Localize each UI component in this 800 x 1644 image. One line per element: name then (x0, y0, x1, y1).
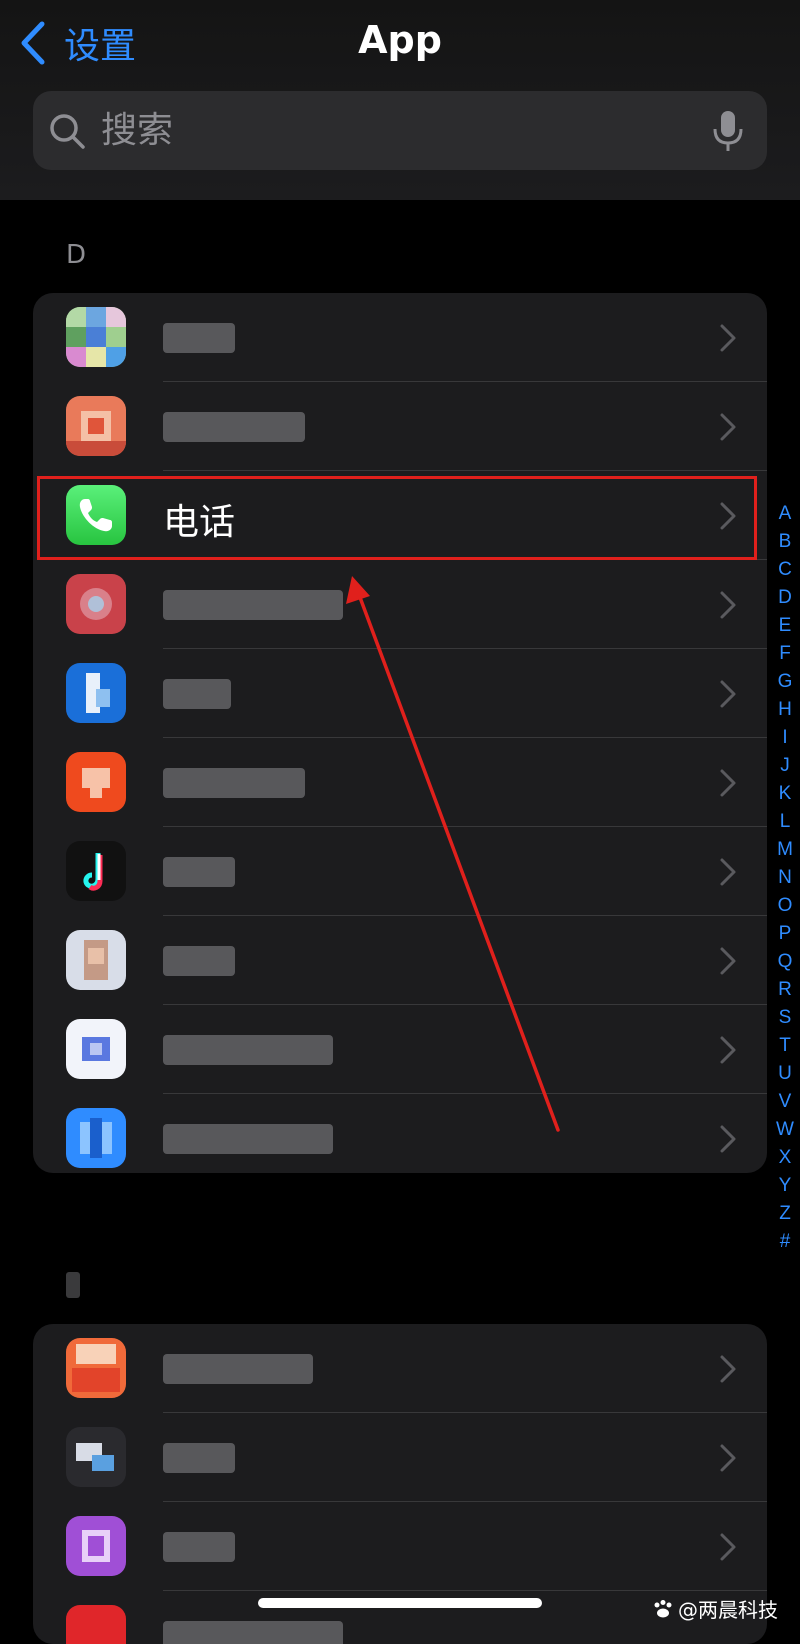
chevron-right-icon (720, 1125, 736, 1153)
blurred-label (163, 1621, 343, 1644)
chevron-right-icon (720, 1036, 736, 1064)
app-icon-game (66, 1338, 126, 1398)
chevron-right-icon (720, 1355, 736, 1383)
app-list-group-d: 电话 (33, 293, 767, 1173)
index-letter[interactable]: U (778, 1060, 792, 1088)
index-letter[interactable]: P (779, 920, 792, 948)
index-letter[interactable]: I (782, 724, 787, 752)
index-letter[interactable]: Z (779, 1200, 791, 1228)
index-letter[interactable]: G (778, 668, 793, 696)
chevron-right-icon (720, 413, 736, 441)
app-icon-portrait (66, 930, 126, 990)
index-letter[interactable]: F (779, 640, 791, 668)
list-item-blurred-app-5[interactable] (33, 649, 767, 738)
list-item-blurred-map-app[interactable] (33, 293, 767, 382)
blurred-label (163, 946, 235, 976)
page-title: App (358, 18, 442, 62)
search-icon (50, 113, 85, 149)
index-letter[interactable]: R (778, 976, 792, 1004)
blurred-label (163, 590, 343, 620)
index-letter[interactable]: Y (779, 1172, 792, 1200)
watermark: @两晨科技 (652, 1594, 778, 1623)
map-app-icon (66, 307, 126, 367)
alphabet-index[interactable]: A B C D E F G H I J K L M N O P Q R S T U V W X Y Z # (774, 500, 796, 1256)
search-bar[interactable] (33, 91, 767, 170)
section-header-blurred (66, 1272, 80, 1298)
index-letter[interactable]: L (780, 808, 791, 836)
index-letter[interactable]: D (778, 584, 792, 612)
index-letter[interactable]: J (780, 752, 790, 780)
phone-app-icon (66, 485, 126, 545)
chevron-right-icon (720, 858, 736, 886)
search-input[interactable] (99, 109, 711, 152)
index-letter[interactable]: M (777, 836, 793, 864)
index-letter[interactable]: S (779, 1004, 792, 1032)
chevron-right-icon (720, 591, 736, 619)
phone-label: 电话 (163, 502, 236, 543)
chevron-right-icon (720, 947, 736, 975)
blurred-label (163, 1532, 235, 1562)
index-letter[interactable]: K (779, 780, 792, 808)
watermark-text: @两晨科技 (678, 1598, 778, 1622)
chevron-right-icon (720, 1533, 736, 1561)
index-letter[interactable]: W (776, 1116, 794, 1144)
index-letter[interactable]: X (779, 1144, 792, 1172)
app-icon-purple (66, 1516, 126, 1576)
list-item-blurred-app-13[interactable] (33, 1502, 767, 1591)
index-letter[interactable]: # (780, 1228, 791, 1256)
chevron-right-icon (720, 1444, 736, 1472)
index-letter[interactable]: Q (778, 948, 793, 976)
index-letter[interactable]: H (778, 696, 792, 724)
app-icon-red-partial (66, 1605, 126, 1644)
chevron-right-icon (720, 680, 736, 708)
phone-handset-icon (79, 499, 112, 532)
blurred-label (163, 1443, 235, 1473)
list-item-blurred-app-11[interactable] (33, 1324, 767, 1413)
app-icon-blue (66, 663, 126, 723)
list-item-blurred-app-2[interactable] (33, 382, 767, 471)
blurred-label (163, 679, 231, 709)
app-icon-chat (66, 1427, 126, 1487)
index-letter[interactable]: C (778, 556, 792, 584)
index-letter[interactable]: N (778, 864, 792, 892)
blurred-label (163, 412, 305, 442)
blurred-label (163, 1124, 333, 1154)
index-letter[interactable]: A (779, 500, 792, 528)
list-item-blurred-app-4[interactable] (33, 560, 767, 649)
app-icon-orange (66, 396, 126, 456)
blurred-label (163, 1035, 333, 1065)
index-letter[interactable]: O (778, 892, 793, 920)
blurred-label (163, 857, 235, 887)
index-letter[interactable]: B (779, 528, 792, 556)
chevron-right-icon (720, 324, 736, 352)
paw-icon (654, 1599, 672, 1617)
section-header-d: D (66, 240, 87, 270)
blurred-label (163, 323, 235, 353)
app-icon-orange-red (66, 752, 126, 812)
list-item-blurred-app-9[interactable] (33, 1005, 767, 1094)
chevron-right-icon (720, 502, 736, 530)
index-letter[interactable]: T (779, 1032, 791, 1060)
list-item-blurred-app-12[interactable] (33, 1413, 767, 1502)
app-icon-white-blue (66, 1019, 126, 1079)
microphone-icon[interactable] (711, 109, 745, 153)
tiktok-app-icon (66, 841, 126, 901)
chevron-right-icon (720, 769, 736, 797)
blurred-label (163, 1354, 313, 1384)
home-indicator[interactable] (258, 1598, 542, 1608)
navigation-bar: 设置 App (0, 0, 800, 200)
blurred-label (163, 768, 305, 798)
app-icon-red (66, 574, 126, 634)
index-letter[interactable]: E (779, 612, 792, 640)
developer-app-icon (66, 1108, 126, 1168)
list-item-phone[interactable]: 电话 (33, 471, 767, 560)
index-letter[interactable]: V (779, 1088, 792, 1116)
list-item-blurred-app-8[interactable] (33, 916, 767, 1005)
list-item-blurred-app-7[interactable] (33, 827, 767, 916)
list-item-blurred-app-6[interactable] (33, 738, 767, 827)
list-item-blurred-app-10[interactable] (33, 1094, 767, 1173)
